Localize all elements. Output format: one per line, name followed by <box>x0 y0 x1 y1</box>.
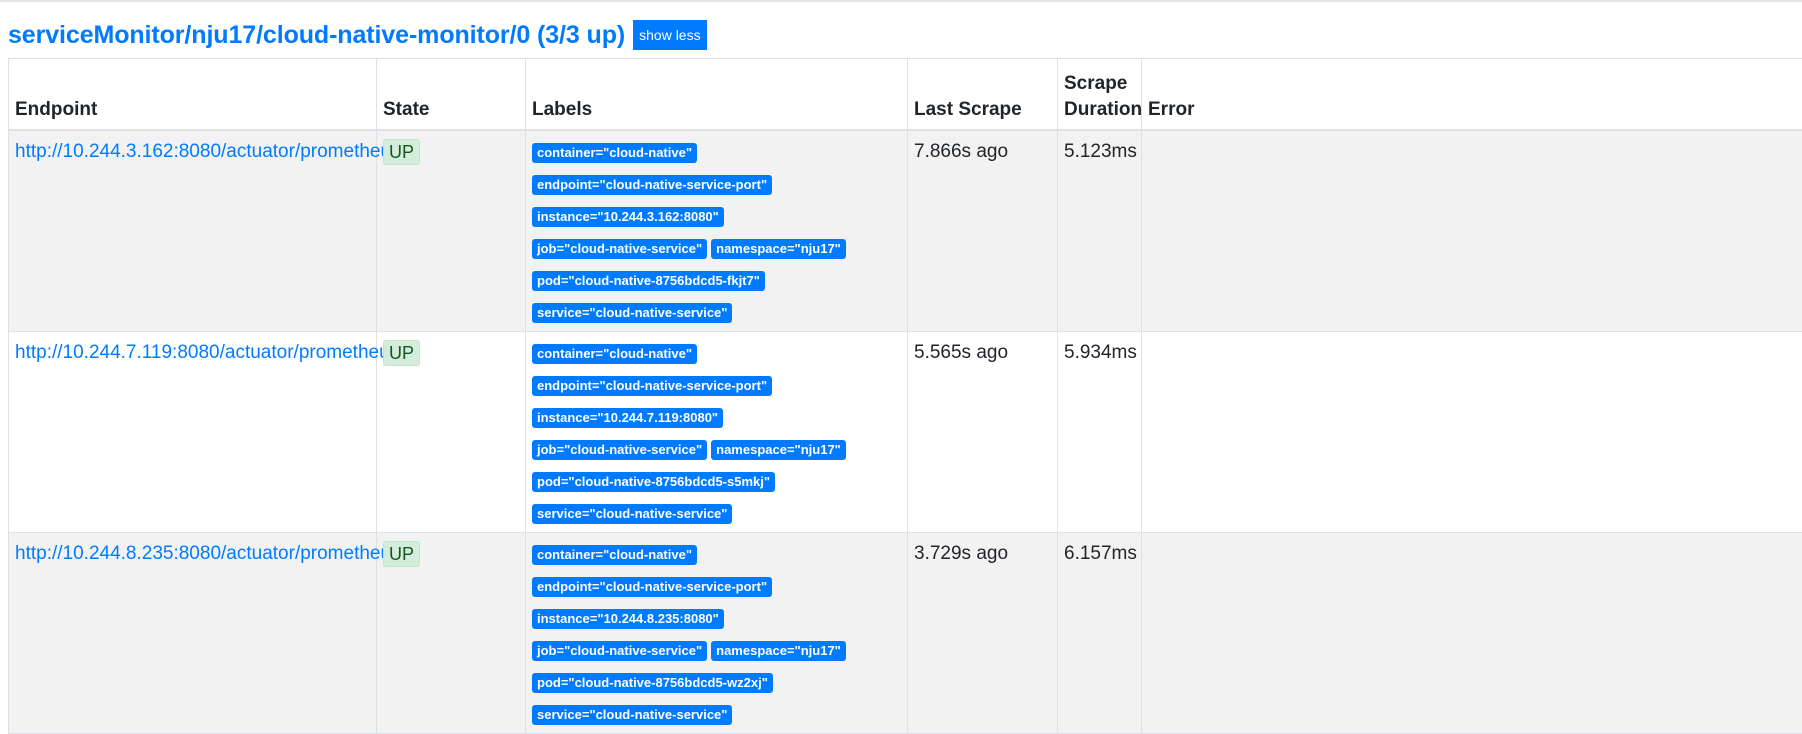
state-cell: UP <box>377 332 526 533</box>
label-badge-instance: instance="10.244.8.235:8080" <box>532 609 724 629</box>
label-badge-endpoint: endpoint="cloud-native-service-port" <box>532 577 772 597</box>
table-row: http://10.244.3.162:8080/actuator/promet… <box>9 130 1802 332</box>
column-header-state: State <box>377 59 526 131</box>
targets-table: Endpoint State Labels Last Scrape Scrape… <box>8 58 1802 734</box>
state-cell: UP <box>377 533 526 734</box>
state-badge: UP <box>383 139 420 165</box>
label-badge-instance: instance="10.244.7.119:8080" <box>532 408 723 428</box>
scrape-duration-cell: 5.934ms <box>1058 332 1142 533</box>
label-badge-pod: pod="cloud-native-8756bdcd5-s5mkj" <box>532 472 775 492</box>
endpoint-link[interactable]: http://10.244.3.162:8080/actuator/promet… <box>15 141 401 162</box>
column-header-endpoint: Endpoint <box>9 59 377 131</box>
table-row: http://10.244.7.119:8080/actuator/promet… <box>9 332 1802 533</box>
last-scrape-cell: 5.565s ago <box>908 332 1058 533</box>
column-header-labels: Labels <box>526 59 908 131</box>
table-header-row: Endpoint State Labels Last Scrape Scrape… <box>9 59 1802 131</box>
column-header-error: Error <box>1142 59 1802 131</box>
scrape-pool-title[interactable]: serviceMonitor/nju17/cloud-native-monito… <box>8 20 625 50</box>
label-badge-container: container="cloud-native" <box>532 344 697 364</box>
label-badge-pod: pod="cloud-native-8756bdcd5-wz2xj" <box>532 673 773 693</box>
scrape-pool-header: serviceMonitor/nju17/cloud-native-monito… <box>8 20 707 50</box>
endpoint-cell: http://10.244.8.235:8080/actuator/promet… <box>9 533 377 734</box>
table-row: http://10.244.8.235:8080/actuator/promet… <box>9 533 1802 734</box>
top-divider <box>0 0 1802 2</box>
state-badge: UP <box>383 541 420 567</box>
last-scrape-cell: 7.866s ago <box>908 130 1058 332</box>
label-badge-job: job="cloud-native-service" <box>532 440 707 460</box>
labels-cell: container="cloud-native" endpoint="cloud… <box>526 332 908 533</box>
label-badge-job: job="cloud-native-service" <box>532 239 707 259</box>
endpoint-link[interactable]: http://10.244.7.119:8080/actuator/promet… <box>15 342 399 363</box>
column-header-scrape-duration: Scrape Duration <box>1058 59 1142 131</box>
error-cell <box>1142 533 1802 734</box>
show-less-button[interactable]: show less <box>633 20 706 50</box>
label-badge-namespace: namespace="nju17" <box>711 239 846 259</box>
label-badge-endpoint: endpoint="cloud-native-service-port" <box>532 376 772 396</box>
label-badge-namespace: namespace="nju17" <box>711 440 846 460</box>
error-cell <box>1142 130 1802 332</box>
last-scrape-cell: 3.729s ago <box>908 533 1058 734</box>
state-cell: UP <box>377 130 526 332</box>
scrape-duration-cell: 6.157ms <box>1058 533 1142 734</box>
column-header-last-scrape: Last Scrape <box>908 59 1058 131</box>
error-cell <box>1142 332 1802 533</box>
label-badge-namespace: namespace="nju17" <box>711 641 846 661</box>
label-badge-container: container="cloud-native" <box>532 143 697 163</box>
label-badge-service: service="cloud-native-service" <box>532 504 732 524</box>
state-badge: UP <box>383 340 420 366</box>
labels-cell: container="cloud-native" endpoint="cloud… <box>526 130 908 332</box>
endpoint-cell: http://10.244.7.119:8080/actuator/promet… <box>9 332 377 533</box>
label-badge-instance: instance="10.244.3.162:8080" <box>532 207 724 227</box>
endpoint-cell: http://10.244.3.162:8080/actuator/promet… <box>9 130 377 332</box>
label-badge-job: job="cloud-native-service" <box>532 641 707 661</box>
scrape-duration-cell: 5.123ms <box>1058 130 1142 332</box>
label-badge-service: service="cloud-native-service" <box>532 303 732 323</box>
label-badge-endpoint: endpoint="cloud-native-service-port" <box>532 175 772 195</box>
label-badge-service: service="cloud-native-service" <box>532 705 732 725</box>
label-badge-container: container="cloud-native" <box>532 545 697 565</box>
endpoint-link[interactable]: http://10.244.8.235:8080/actuator/promet… <box>15 543 401 564</box>
label-badge-pod: pod="cloud-native-8756bdcd5-fkjt7" <box>532 271 765 291</box>
labels-cell: container="cloud-native" endpoint="cloud… <box>526 533 908 734</box>
